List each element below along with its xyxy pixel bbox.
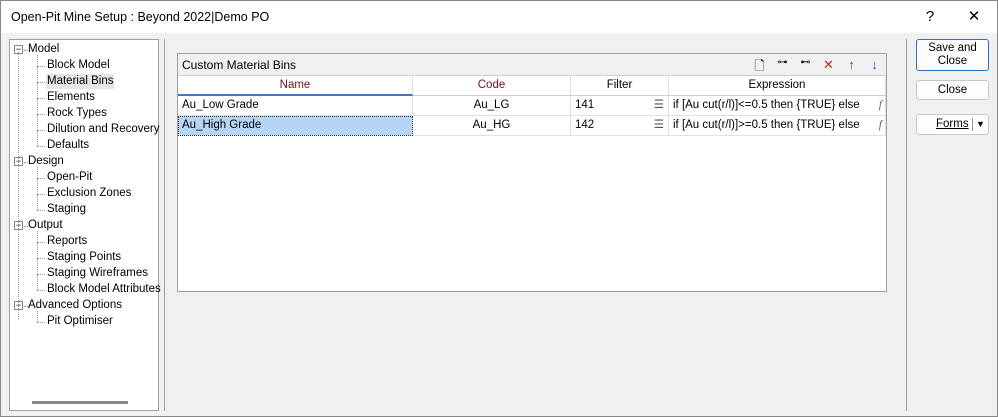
filter-value: 142: [575, 119, 595, 131]
function-icon[interactable]: f: [879, 116, 882, 135]
tree-group-0[interactable]: Model: [28, 42, 59, 57]
column-header-code[interactable]: Code: [413, 76, 571, 96]
forms-button[interactable]: Forms ▼: [916, 114, 989, 135]
cell-filter[interactable]: 142 ☰: [571, 116, 669, 136]
tree-group-1[interactable]: Design: [28, 154, 64, 169]
list-icon[interactable]: ☰: [654, 116, 664, 135]
close-button[interactable]: Close: [916, 80, 989, 100]
divider: [972, 118, 973, 131]
tree-item[interactable]: Pit Optimiser: [46, 314, 114, 329]
custom-material-bins-grid: Custom Material Bins 🗋 ⊶ ⊷ ✕ ↑ ↓ Name Co…: [177, 53, 887, 292]
navigation-tree: − Model Block Model Material Bins Elements Ro…: [9, 39, 162, 411]
column-header-name[interactable]: Name: [178, 76, 413, 96]
cell-filter[interactable]: 141 ☰: [571, 96, 669, 116]
save-and-close-button[interactable]: Save and Close: [916, 39, 989, 71]
tree-item[interactable]: Staging: [46, 202, 87, 217]
horizontal-scrollbar[interactable]: [32, 401, 128, 404]
tree-item[interactable]: Open-Pit: [46, 170, 93, 185]
filter-value: 141: [575, 99, 595, 111]
divider: [906, 39, 907, 411]
tree-item[interactable]: Reports: [46, 234, 88, 249]
cell-expression[interactable]: if [Au cut(r/l)]>=0.5 then {TRUE} else f: [669, 116, 886, 136]
list-icon[interactable]: ☰: [654, 96, 664, 115]
column-header-filter[interactable]: Filter: [571, 76, 669, 96]
cell-code[interactable]: Au_HG: [413, 116, 571, 136]
cell-expression[interactable]: if [Au cut(r/l)]<=0.5 then {TRUE} else f: [669, 96, 886, 116]
function-icon[interactable]: f: [879, 96, 882, 115]
table-row[interactable]: Au_High Grade Au_HG 142 ☰ if [Au cut(r/l)…: [178, 116, 886, 136]
table-row[interactable]: Au_Low Grade Au_LG 141 ☰ if [Au cut(r/l)]…: [178, 96, 886, 116]
cell-name[interactable]: Au_High Grade: [178, 116, 413, 136]
tree-item[interactable]: Dilution and Recovery: [46, 122, 161, 137]
tree-item[interactable]: Material Bins: [46, 74, 115, 89]
tree-item[interactable]: Staging Points: [46, 250, 122, 265]
tree-group-3[interactable]: Advanced Options: [28, 298, 122, 313]
tree-item[interactable]: Block Model: [46, 58, 111, 73]
column-header-expression[interactable]: Expression: [669, 76, 886, 96]
grid-header: Name Code Filter Expression: [178, 76, 886, 96]
expression-value: if [Au cut(r/l)]<=0.5 then {TRUE} else: [673, 99, 860, 111]
cell-name[interactable]: Au_Low Grade: [178, 96, 413, 116]
close-window-button[interactable]: ✕: [959, 5, 989, 29]
expression-value: if [Au cut(r/l)]>=0.5 then {TRUE} else: [673, 119, 860, 131]
tree-item[interactable]: Rock Types: [46, 106, 108, 121]
title-bar: Open-Pit Mine Setup : Beyond 2022|Demo P…: [1, 1, 997, 33]
tree-item[interactable]: Defaults: [46, 138, 90, 153]
help-button[interactable]: ?: [915, 5, 945, 29]
forms-label: Forms: [936, 118, 969, 130]
window-title: Open-Pit Mine Setup : Beyond 2022|Demo P…: [11, 10, 270, 24]
tree-item[interactable]: Elements: [46, 90, 96, 105]
tree-group-2[interactable]: Output: [28, 218, 63, 233]
tree-item[interactable]: Staging Wireframes: [46, 266, 149, 281]
grid-toolbar: Custom Material Bins 🗋 ⊶ ⊷ ✕ ↑ ↓: [178, 54, 886, 76]
chevron-down-icon[interactable]: ▼: [976, 115, 985, 134]
grid-title: Custom Material Bins: [182, 58, 297, 72]
tree-item[interactable]: Exclusion Zones: [46, 186, 132, 201]
tree-item[interactable]: Block Model Attributes: [46, 282, 162, 297]
divider: [164, 39, 165, 411]
cell-code[interactable]: Au_LG: [413, 96, 571, 116]
dialog-window: Open-Pit Mine Setup : Beyond 2022|Demo P…: [0, 0, 998, 417]
